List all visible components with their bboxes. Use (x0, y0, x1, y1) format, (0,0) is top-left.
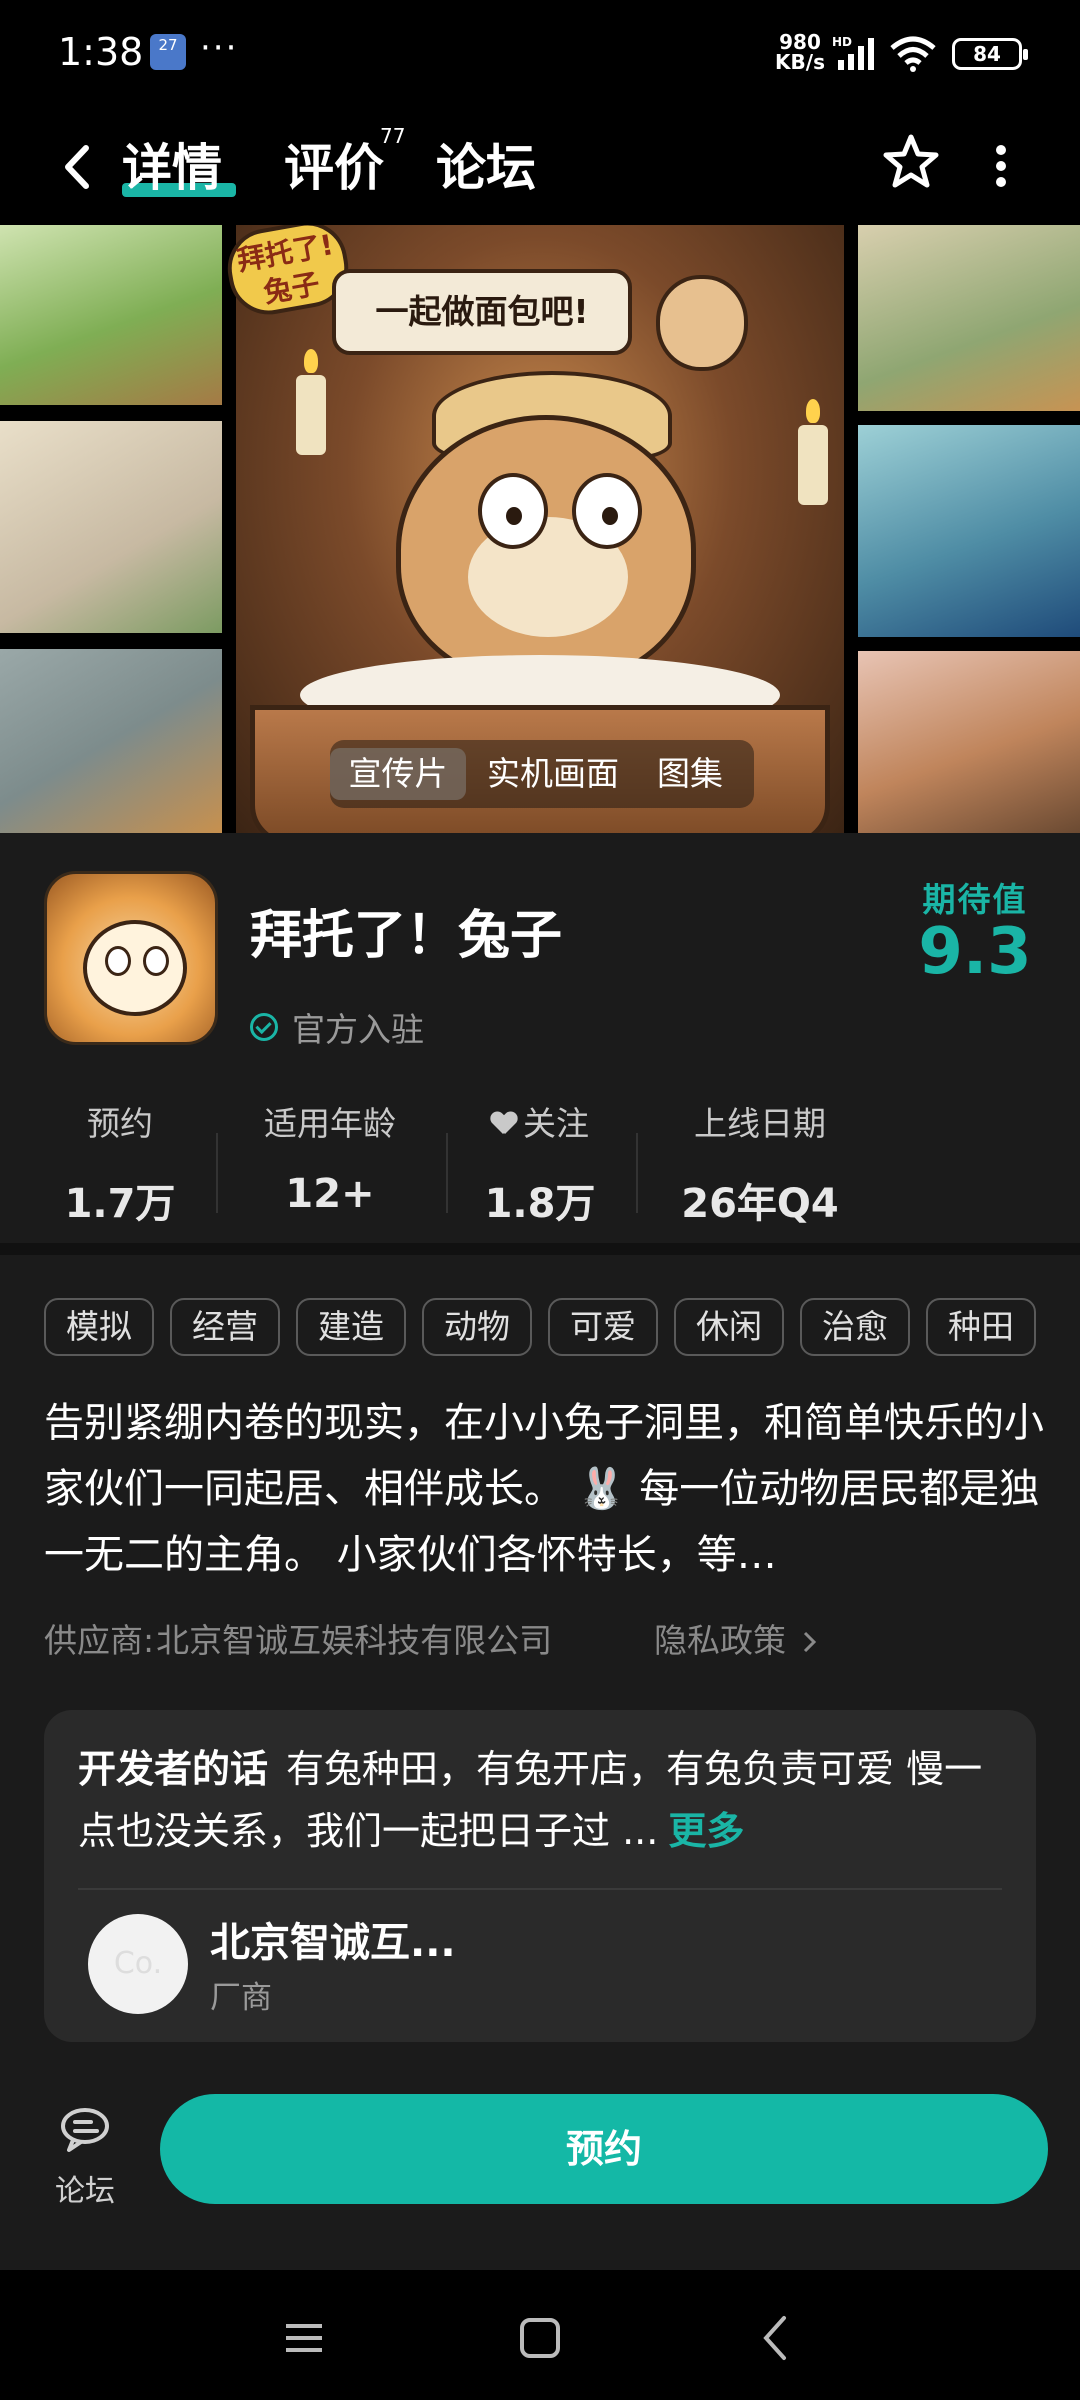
reviews-count-badge: 77 (380, 124, 406, 148)
candle-illustration (798, 399, 828, 505)
supplier-info: 供应商:北京智诚互娱科技有限公司 (44, 1614, 552, 1662)
screenshot-thumbnail[interactable] (858, 225, 1080, 411)
media-tab-gameplay[interactable]: 实机画面 (480, 748, 626, 800)
forum-button[interactable]: 论坛 (40, 2100, 130, 2210)
stat-age-rating: 适用年龄 12+ (240, 1097, 420, 1217)
media-type-switcher: 宣传片 实机画面 图集 (330, 740, 754, 808)
privacy-policy-label: 隐私政策 (654, 1621, 786, 1660)
screenshot-thumbnail[interactable] (858, 425, 1080, 637)
verified-check-icon (250, 1013, 278, 1041)
hd-label: HD (832, 35, 852, 49)
media-tab-gallery[interactable]: 图集 (642, 748, 738, 800)
app-title: 拜托了！兔子 (250, 906, 563, 966)
stat-divider (636, 1133, 638, 1213)
tag[interactable]: 模拟 (44, 1298, 154, 1356)
battery-icon: 84 (952, 38, 1028, 70)
screenshot-thumbnail[interactable] (0, 421, 222, 633)
stat-label: 预约 (87, 1104, 153, 1143)
developer-card: 开发者的话 有兔种田，有兔开店，有兔负责可爱 慢一点也没关系，我们一起把日子过 .… (44, 1710, 1036, 2042)
stat-release-date: 上线日期 26年Q4 (660, 1097, 860, 1229)
stat-label-text: 关注 (523, 1104, 589, 1143)
expectation-score: 9.3 (918, 915, 1032, 989)
stat-value: 12+ (285, 1171, 375, 1217)
screenshot-thumbnail[interactable] (0, 649, 222, 833)
tag[interactable]: 种田 (926, 1298, 1036, 1356)
stat-divider (446, 1133, 448, 1213)
tag[interactable]: 经营 (170, 1298, 280, 1356)
reserve-button[interactable]: 预约 (160, 2094, 1048, 2204)
forum-label: 论坛 (55, 2174, 115, 2209)
system-navigation-bar (0, 2270, 1080, 2400)
chat-bubble-icon (61, 2108, 109, 2152)
stat-label: 上线日期 (694, 1104, 826, 1143)
divider (78, 1888, 1002, 1890)
developer-avatar[interactable]: Co. (88, 1914, 188, 2014)
tag[interactable]: 动物 (422, 1298, 532, 1356)
expectation-label: 期待值 (922, 880, 1028, 919)
stat-value: 26年Q4 (681, 1181, 839, 1227)
stat-label: 关注 (470, 1097, 610, 1151)
signal-icon: HD (832, 35, 874, 70)
verified-badge: 官方入驻 (250, 1003, 424, 1051)
stat-reservations: 预约 1.7万 (50, 1097, 190, 1229)
back-icon[interactable] (50, 134, 100, 200)
stat-value: 1.8万 (484, 1181, 596, 1227)
top-nav: 详情 评价 77 论坛 (0, 110, 1080, 225)
notification-icon: 27 (150, 34, 186, 70)
star-icon[interactable] (880, 132, 942, 194)
heart-plus-icon (491, 1112, 517, 1136)
tag[interactable]: 可爱 (548, 1298, 658, 1356)
hamster-eye (572, 473, 642, 549)
wifi-icon (890, 36, 936, 72)
tab-details[interactable]: 详情 (122, 128, 222, 200)
chevron-right-icon (803, 1631, 816, 1653)
game-description[interactable]: 告别紧绷内卷的现实，在小小兔子洞里，和简单快乐的小家伙们一同起居、相伴成长。 🐰… (44, 1390, 1044, 1590)
more-vertical-icon[interactable] (986, 136, 1016, 196)
app-info-section: 拜托了！兔子 官方入驻 期待值 9.3 预约 1.7万 适用年龄 12+ 关注 … (0, 833, 1080, 1243)
media-tab-promo[interactable]: 宣传片 (330, 748, 466, 800)
developer-note-label: 开发者的话 (78, 1747, 269, 1791)
section-divider (0, 1243, 1080, 1255)
privacy-policy-link[interactable]: 隐私政策 (654, 1614, 819, 1662)
network-speed: 980 KB/s (770, 32, 830, 72)
verified-label: 官方入驻 (292, 1010, 424, 1049)
developer-note[interactable]: 开发者的话 有兔种田，有兔开店，有兔负责可爱 慢一点也没关系，我们一起把日子过 .… (78, 1738, 1008, 1862)
stat-followers[interactable]: 关注 1.8万 (470, 1097, 610, 1229)
stat-label: 适用年龄 (264, 1104, 396, 1143)
hamster-eye (478, 473, 548, 549)
menu-icon[interactable] (274, 2310, 334, 2366)
back-nav-icon[interactable] (746, 2310, 806, 2366)
stats-row: 预约 1.7万 适用年龄 12+ 关注 1.8万 上线日期 26年Q4 (0, 1097, 1080, 1237)
screenshot-thumbnail[interactable] (0, 225, 222, 405)
tag[interactable]: 建造 (296, 1298, 406, 1356)
screenshot-thumbnail[interactable] (858, 651, 1080, 833)
media-gallery[interactable]: 拜托了!兔子 一起做面包吧! 宣传片 实机画面 图集 (0, 225, 1080, 833)
supplier-label: 供应商: (44, 1621, 155, 1660)
network-speed-unit: KB/s (775, 50, 825, 74)
speech-bubble: 一起做面包吧! (332, 269, 632, 355)
more-notifications-icon: ··· (200, 28, 239, 68)
candle-illustration (296, 349, 326, 455)
supplier-name: 北京智诚互娱科技有限公司 (156, 1621, 553, 1660)
tab-reviews[interactable]: 评价 (284, 128, 384, 200)
tab-forum[interactable]: 论坛 (436, 128, 536, 200)
network-speed-value: 980 (779, 30, 821, 54)
status-time: 1:38 (58, 30, 144, 74)
stat-divider (216, 1133, 218, 1213)
more-link[interactable]: 更多 (668, 1809, 744, 1853)
app-icon (44, 871, 218, 1045)
status-bar: 1:38 27 ··· 980 KB/s HD 84 (0, 0, 1080, 110)
tag[interactable]: 治愈 (800, 1298, 910, 1356)
mini-hamster-illustration (656, 275, 748, 371)
stat-value: 1.7万 (64, 1181, 176, 1227)
home-icon[interactable] (510, 2310, 570, 2366)
developer-role: 厂商 (210, 1980, 272, 2016)
tag[interactable]: 休闲 (674, 1298, 784, 1356)
tag-list: 模拟 经营 建造 动物 可爱 休闲 治愈 种田 (44, 1298, 1080, 1360)
developer-name[interactable]: 北京智诚互... (210, 1910, 456, 1968)
app-icon-face (83, 920, 187, 1016)
